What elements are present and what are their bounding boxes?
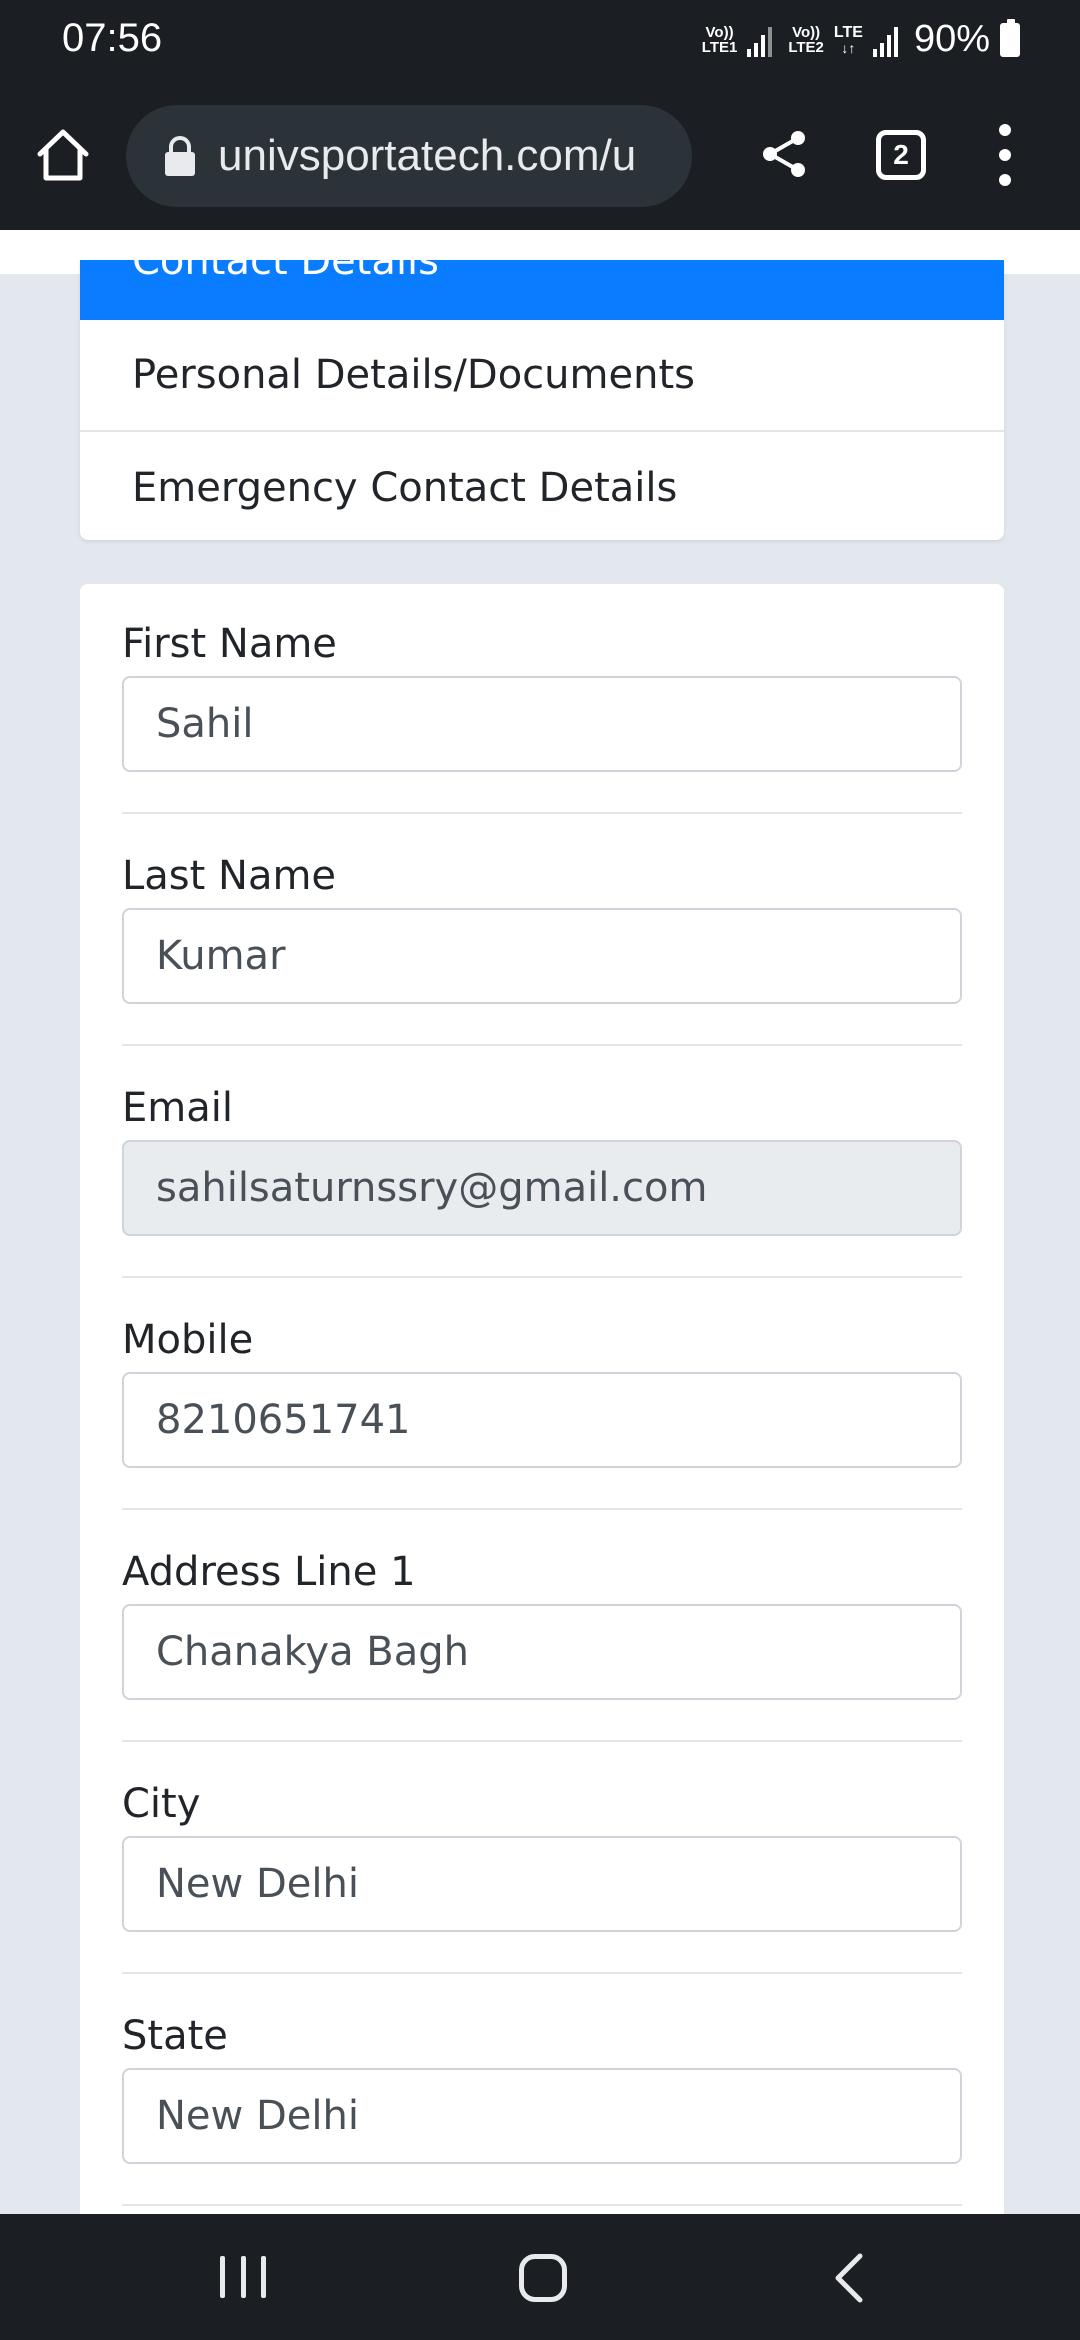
email-field: sahilsaturnssry@gmail.com <box>122 1140 962 1236</box>
browser-toolbar: univsportatech.com/u 2 <box>0 80 1080 230</box>
lte-data-icon: LTE ↓↑ <box>833 23 863 56</box>
mobile-label: Mobile <box>122 1317 254 1363</box>
nav-item-label: Contact Details <box>132 260 440 284</box>
section-nav-card: Contact Details Personal Details/Documen… <box>80 260 1004 540</box>
state-input[interactable]: New Delhi <box>122 2068 962 2164</box>
status-bar: 07:56 Vo)) LTE1 Vo)) LTE2 LTE ↓↑ 90% <box>0 0 1080 80</box>
divider <box>122 1508 962 1510</box>
city-label: City <box>122 1781 201 1827</box>
city-input[interactable]: New Delhi <box>122 1836 962 1932</box>
signal-icon <box>747 23 773 57</box>
divider <box>122 1740 962 1742</box>
sim2-label: Vo)) LTE2 <box>788 23 824 56</box>
recent-apps-icon[interactable] <box>220 2256 266 2298</box>
sim1-label: Vo)) LTE1 <box>701 23 738 56</box>
contact-form: First Name Sahil Last Name Kumar Email s… <box>80 584 1004 2284</box>
divider <box>122 812 962 814</box>
first-name-label: First Name <box>122 621 337 667</box>
last-name-label: Last Name <box>122 853 337 899</box>
field-mobile: Mobile 8210651741 <box>122 1316 962 1468</box>
address-line-1-input[interactable]: Chanakya Bagh <box>122 1604 962 1700</box>
field-city: City New Delhi <box>122 1780 962 1932</box>
back-icon[interactable] <box>828 2252 868 2304</box>
battery-icon <box>1000 18 1020 57</box>
nav-item-emergency-contact[interactable]: Emergency Contact Details <box>80 432 1004 540</box>
nav-item-personal-details[interactable]: Personal Details/Documents <box>80 320 1004 432</box>
nav-item-contact-details[interactable]: Contact Details <box>80 260 1004 320</box>
address-line-1-label: Address Line 1 <box>122 1549 416 1595</box>
more-menu-icon[interactable] <box>990 124 1020 186</box>
share-icon[interactable] <box>756 126 812 182</box>
home-icon[interactable] <box>32 124 94 186</box>
field-first-name: First Name Sahil <box>122 620 962 772</box>
divider <box>122 1044 962 1046</box>
url-text: univsportatech.com/u <box>218 131 637 180</box>
first-name-input[interactable]: Sahil <box>122 676 962 772</box>
divider <box>122 2204 962 2206</box>
home-nav-icon[interactable] <box>519 2254 567 2302</box>
divider <box>122 1276 962 1278</box>
address-bar[interactable]: univsportatech.com/u <box>126 105 692 207</box>
field-state: State New Delhi <box>122 2012 962 2164</box>
status-icons: Vo)) LTE1 Vo)) LTE2 LTE ↓↑ 90% <box>702 18 1020 61</box>
field-last-name: Last Name Kumar <box>122 852 962 1004</box>
system-nav-bar <box>0 2214 1080 2340</box>
mobile-input[interactable]: 8210651741 <box>122 1372 962 1468</box>
lock-icon <box>165 136 195 176</box>
battery-percent: 90% <box>913 18 990 60</box>
field-email: Email sahilsaturnssry@gmail.com <box>122 1084 962 1236</box>
tab-switcher-button[interactable]: 2 <box>876 130 926 180</box>
state-label: State <box>122 2013 228 2059</box>
email-label: Email <box>122 1085 233 1131</box>
field-address-line-1: Address Line 1 Chanakya Bagh <box>122 1548 962 1700</box>
status-time: 07:56 <box>62 16 163 60</box>
last-name-input[interactable]: Kumar <box>122 908 962 1004</box>
signal-icon-2 <box>872 23 898 57</box>
divider <box>122 1972 962 1974</box>
